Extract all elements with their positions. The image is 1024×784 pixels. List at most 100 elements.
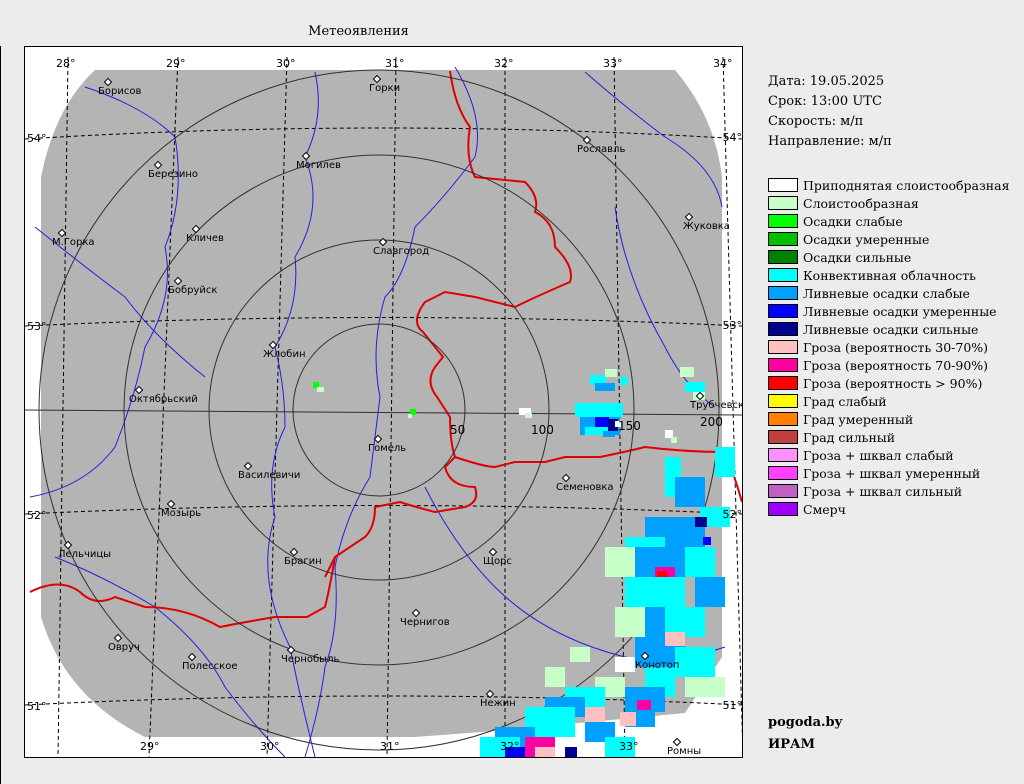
legend-item: Град слабый <box>768 392 1009 410</box>
town-label: Бобруйск <box>168 285 217 296</box>
town-label: Чернобыль <box>281 654 339 665</box>
town-label: Мозырь <box>161 508 201 519</box>
legend-label: Приподнятая слоистообразная <box>803 177 1010 193</box>
legend-swatch <box>768 304 798 318</box>
legend-label: Смерч <box>803 501 846 517</box>
info-term: Срок: 13:00 UTC <box>768 94 882 109</box>
echo-cell <box>703 537 711 545</box>
legend-item: Гроза + шквал слабый <box>768 446 1009 464</box>
legend-label: Град умеренный <box>803 411 914 427</box>
legend-label: Град слабый <box>803 393 887 409</box>
legend-label: Ливневые осадки сильные <box>803 321 979 337</box>
legend-swatch <box>768 232 798 246</box>
legend-item: Гроза (вероятность 30-70%) <box>768 338 1009 356</box>
legend-item: Гроза + шквал умеренный <box>768 464 1009 482</box>
echo-cell <box>595 383 615 391</box>
legend-label: Конвективная облачность <box>803 267 976 283</box>
town-label: Щорс <box>483 556 512 567</box>
lat-label-left: 51° <box>27 700 47 713</box>
legend-label: Осадки слабые <box>803 213 903 229</box>
town-label: Трубчевск <box>689 400 742 411</box>
legend-swatch <box>768 484 798 498</box>
legend-item: Гроза (вероятность > 90%) <box>768 374 1009 392</box>
town-label: Конотоп <box>635 660 679 671</box>
town-label: Гомель <box>368 443 406 454</box>
town-label: М.Горка <box>52 237 95 248</box>
legend-label: Осадки сильные <box>803 249 912 265</box>
legend-swatch <box>768 466 798 480</box>
echo-cell <box>671 437 677 443</box>
town-label: Нежин <box>480 698 516 709</box>
legend-item: Град сильный <box>768 428 1009 446</box>
legend-swatch <box>768 358 798 372</box>
legend-swatch <box>768 286 798 300</box>
lon-label-bottom: 30° <box>260 740 280 753</box>
lon-label-top: 29° <box>166 57 186 70</box>
info-direction: Направление: м/п <box>768 134 892 149</box>
info-speed: Скорость: м/п <box>768 114 864 129</box>
legend-item: Приподнятая слоистообразная <box>768 176 1009 194</box>
legend-item: Гроза + шквал сильный <box>768 482 1009 500</box>
legend-label: Гроза + шквал слабый <box>803 447 954 463</box>
legend-swatch <box>768 340 798 354</box>
page-title: Метеоявления <box>308 24 409 39</box>
echo-cell <box>565 747 577 757</box>
echo-cell <box>680 367 694 377</box>
town-label: Василевичи <box>238 470 300 481</box>
legend-item: Гроза (вероятность 70-90%) <box>768 356 1009 374</box>
echo-cell <box>615 607 645 637</box>
echo-cell <box>605 369 617 377</box>
echo-cell <box>715 447 735 477</box>
town-label: Жуковка <box>683 221 730 232</box>
info-panel: Дата: 19.05.2025 Срок: 13:00 UTC Скорост… <box>768 72 892 152</box>
town-label: Лельчицы <box>58 549 111 560</box>
legend-item: Конвективная облачность <box>768 266 1009 284</box>
range-label: 100 <box>531 423 554 437</box>
legend-swatch <box>768 376 798 390</box>
lon-label-top: 28° <box>56 57 76 70</box>
town-label: Жлобин <box>263 349 306 360</box>
echo-cell <box>620 377 628 385</box>
lon-label-top: 32° <box>494 57 514 70</box>
info-date: Дата: 19.05.2025 <box>768 74 885 89</box>
town-label: Ромны <box>667 746 701 757</box>
town-label: Березино <box>148 169 198 180</box>
echo-cell <box>525 413 532 418</box>
town-label: Октябрьский <box>129 394 198 405</box>
legend-swatch <box>768 394 798 408</box>
town-label: Кличев <box>186 233 224 244</box>
lat-label-left: 52° <box>27 509 47 522</box>
legend-swatch <box>768 322 798 336</box>
town-label: Овруч <box>108 642 140 653</box>
lon-label-top: 34° <box>713 57 733 70</box>
credit-site[interactable]: pogoda.by <box>768 712 842 734</box>
echo-cell <box>545 667 565 687</box>
legend-item: Осадки сильные <box>768 248 1009 266</box>
legend-swatch <box>768 196 798 210</box>
legend-label: Град сильный <box>803 429 896 445</box>
echo-cell <box>570 647 590 662</box>
legend-label: Гроза (вероятность 30-70%) <box>803 339 989 355</box>
echo-cell <box>585 707 605 722</box>
echo-cell <box>685 677 725 697</box>
legend-swatch <box>768 430 798 444</box>
echo-cell <box>595 417 609 427</box>
legend-item: Ливневые осадки умеренные <box>768 302 1009 320</box>
town-label: Славгород <box>373 246 429 257</box>
lon-label-top: 30° <box>276 57 296 70</box>
lat-label-right: 53° <box>723 319 743 332</box>
echo-cell <box>408 414 412 418</box>
lon-label-bottom: 32° <box>500 740 520 753</box>
radar-map[interactable]: Борисов Горки Рославль Березино Могилев Жуков… <box>24 46 743 758</box>
legend: Приподнятая слоистообразная Слоистообразн… <box>768 176 1009 518</box>
lat-label-left: 53° <box>27 320 47 333</box>
echo-cell <box>603 431 615 437</box>
echo-cell <box>695 577 725 607</box>
echo-cell <box>685 382 705 392</box>
town-label: Чернигов <box>400 617 450 628</box>
echo-cell <box>685 547 715 577</box>
legend-item: Ливневые осадки сильные <box>768 320 1009 338</box>
lat-label-right: 52° <box>723 508 743 521</box>
legend-swatch <box>768 250 798 264</box>
legend-item: Осадки умеренные <box>768 230 1009 248</box>
